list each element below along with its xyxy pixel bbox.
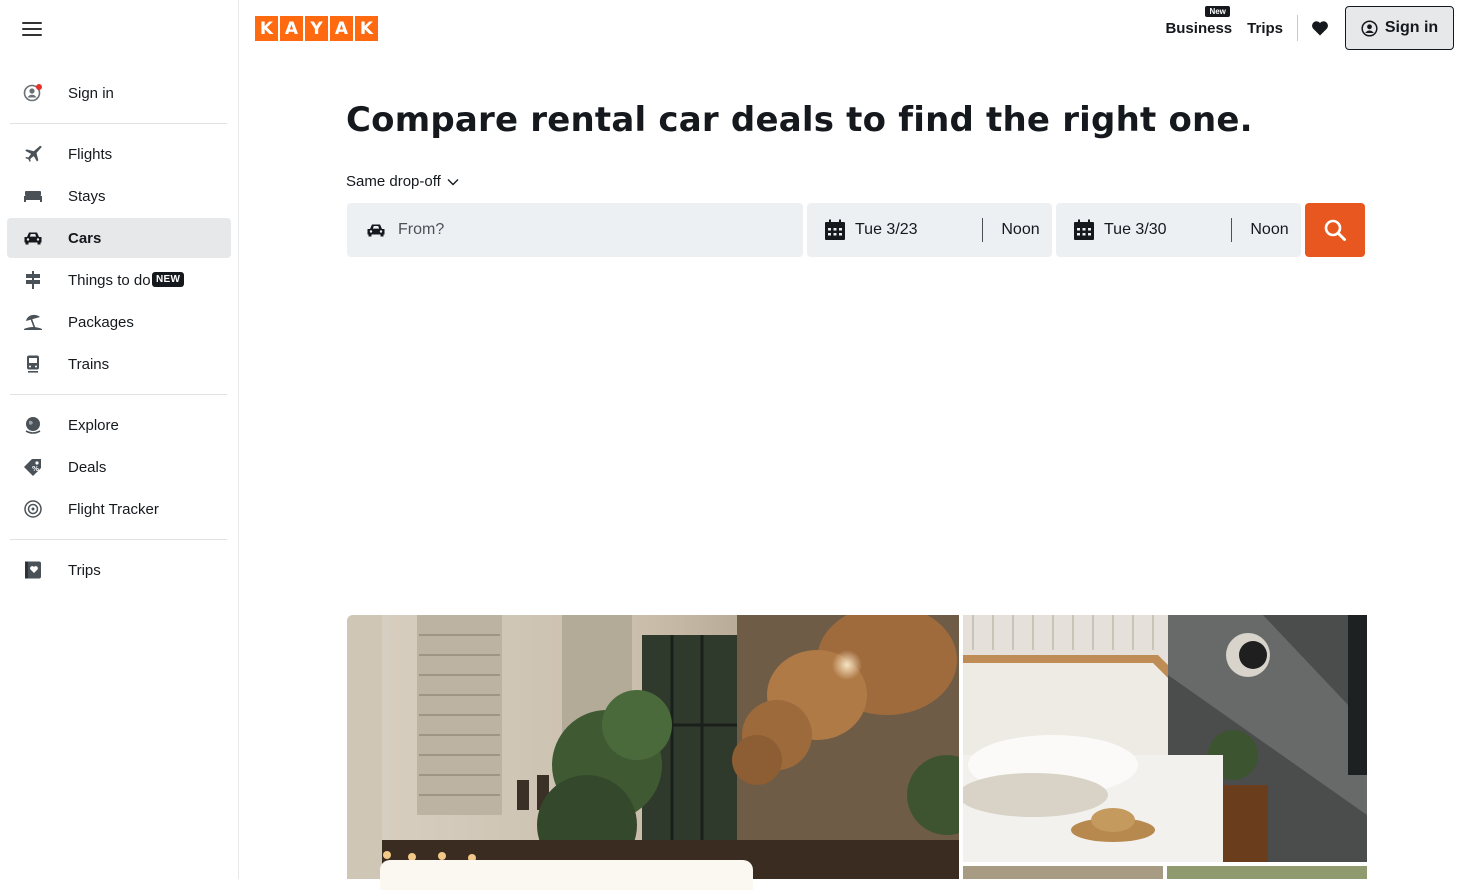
heart-icon[interactable] (1311, 20, 1329, 36)
thumbnail-image (1167, 866, 1367, 879)
sidebar-item-label: Flight Tracker (68, 500, 159, 518)
svg-text:%: % (32, 465, 39, 473)
hotel-bedroom-image (963, 615, 1367, 862)
sidebar-item-label: Explore (68, 416, 119, 434)
chevron-down-icon (447, 178, 459, 186)
dropoff-label: Same drop-off (346, 173, 441, 190)
promo-card (380, 860, 753, 890)
sidebar-item-trains[interactable]: Trains (7, 344, 231, 384)
logo-letter: K (255, 16, 278, 41)
sidebar: Sign in Flights Stays Cars Things to do … (0, 0, 239, 879)
calendar-icon (824, 219, 846, 241)
sidebar-divider (10, 123, 227, 124)
sidebar-item-label: Sign in (68, 84, 114, 102)
signpost-icon (23, 270, 43, 290)
pickup-date: Tue 3/23 (855, 221, 918, 238)
user-circle-icon (1361, 19, 1378, 37)
dropoff-time-button[interactable]: Noon (1232, 221, 1301, 239)
radar-icon (23, 499, 43, 519)
sign-in-button[interactable]: Sign in (1345, 6, 1454, 50)
hotel-lobby-image (347, 615, 959, 879)
dropoff-selector[interactable]: Same drop-off (346, 173, 459, 190)
sidebar-item-packages[interactable]: Packages (7, 302, 231, 342)
sign-in-label: Sign in (1384, 19, 1439, 36)
sidebar-item-deals[interactable]: % Deals (7, 447, 231, 487)
train-icon (23, 354, 43, 374)
sidebar-item-label: Things to do (68, 271, 151, 289)
search-button[interactable] (1305, 203, 1365, 257)
sidebar-item-flight-tracker[interactable]: Flight Tracker (7, 489, 231, 529)
page-title: Compare rental car deals to find the rig… (346, 100, 1253, 140)
trips-link[interactable]: Trips (1247, 20, 1283, 37)
sidebar-item-label: Deals (68, 458, 107, 476)
sidebar-item-stays[interactable]: Stays (7, 176, 231, 216)
dropoff-date: Tue 3/30 (1104, 221, 1167, 238)
pickup-date-button[interactable]: Tue 3/23 (807, 203, 982, 257)
thumbnail-image (963, 866, 1163, 879)
car-icon (23, 228, 43, 248)
user-circle-icon (23, 83, 43, 103)
sidebar-item-trips[interactable]: Trips (7, 550, 231, 590)
pickup-time-button[interactable]: Noon (983, 221, 1052, 239)
deal-tag-icon: % (23, 457, 43, 477)
sidebar-item-label: Packages (68, 313, 134, 331)
pickup-datetime-field: Tue 3/23 Noon (807, 203, 1052, 257)
bed-icon (23, 186, 43, 206)
dropoff-date-button[interactable]: Tue 3/30 (1056, 203, 1231, 257)
sidebar-item-things-to-do[interactable]: Things to do NEW (7, 260, 231, 300)
sidebar-divider (10, 394, 227, 395)
header-divider (1297, 15, 1298, 41)
logo-letter: A (330, 16, 353, 41)
logo-letter: Y (305, 16, 328, 41)
car-icon (365, 220, 387, 240)
plane-icon (23, 144, 43, 164)
sidebar-item-label: Trips (68, 561, 101, 579)
logo-letter: K (355, 16, 378, 41)
dropoff-datetime-field: Tue 3/30 Noon (1056, 203, 1301, 257)
globe-icon (23, 415, 43, 435)
sidebar-item-label: Cars (68, 229, 102, 247)
trips-heart-icon (23, 560, 43, 580)
logo-letter: A (280, 16, 303, 41)
sidebar-item-label: Flights (68, 145, 113, 163)
business-link[interactable]: Business New (1165, 5, 1233, 37)
from-placeholder: From? (398, 221, 445, 238)
new-badge: New (1205, 5, 1230, 17)
beach-umbrella-icon (23, 312, 43, 332)
new-badge: NEW (152, 272, 185, 287)
calendar-icon (1073, 219, 1095, 241)
search-icon (1323, 218, 1347, 242)
sidebar-divider (10, 539, 227, 540)
sidebar-item-sign-in[interactable]: Sign in (7, 73, 231, 113)
top-navigation: Business New Trips Sign in (1165, 5, 1454, 50)
business-label: Business (1165, 19, 1233, 37)
sidebar-item-flights[interactable]: Flights (7, 134, 231, 174)
pickup-location-input[interactable]: From? (347, 203, 803, 257)
sidebar-item-label: Trains (68, 355, 110, 373)
hamburger-icon[interactable] (22, 18, 44, 38)
sidebar-item-label: Stays (68, 187, 106, 205)
sidebar-item-explore[interactable]: Explore (7, 405, 231, 445)
kayak-logo[interactable]: K A Y A K (255, 16, 378, 41)
sidebar-item-cars[interactable]: Cars (7, 218, 231, 258)
